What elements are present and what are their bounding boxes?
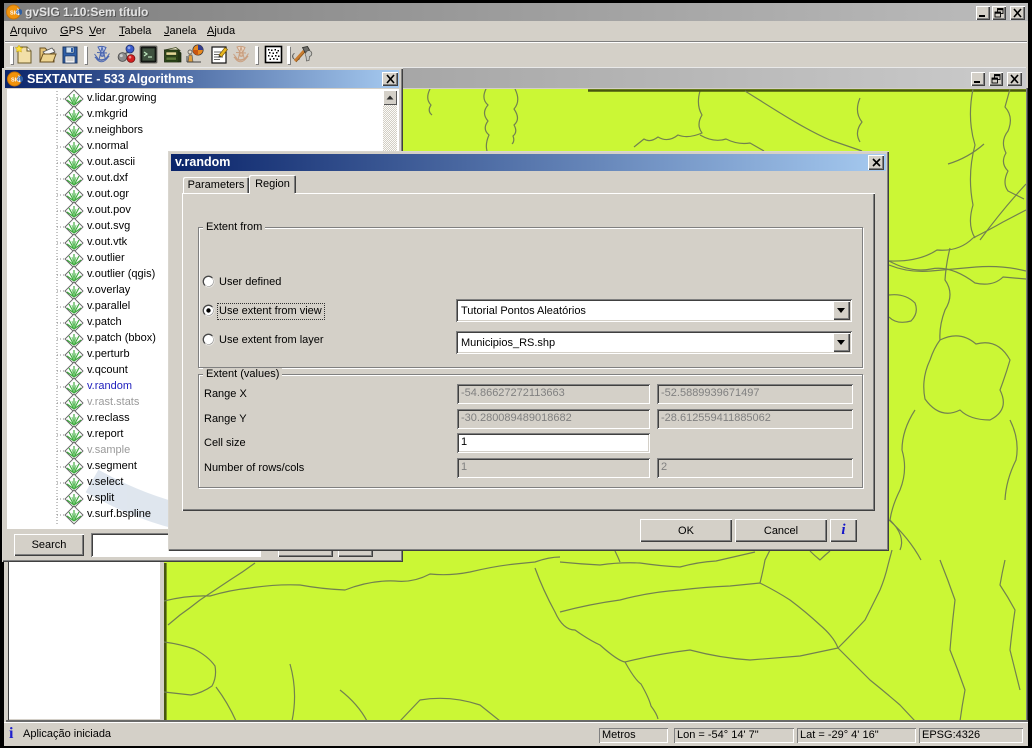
svg-text:SIG: SIG <box>11 78 20 84</box>
svg-text:SIG: SIG <box>10 11 19 17</box>
